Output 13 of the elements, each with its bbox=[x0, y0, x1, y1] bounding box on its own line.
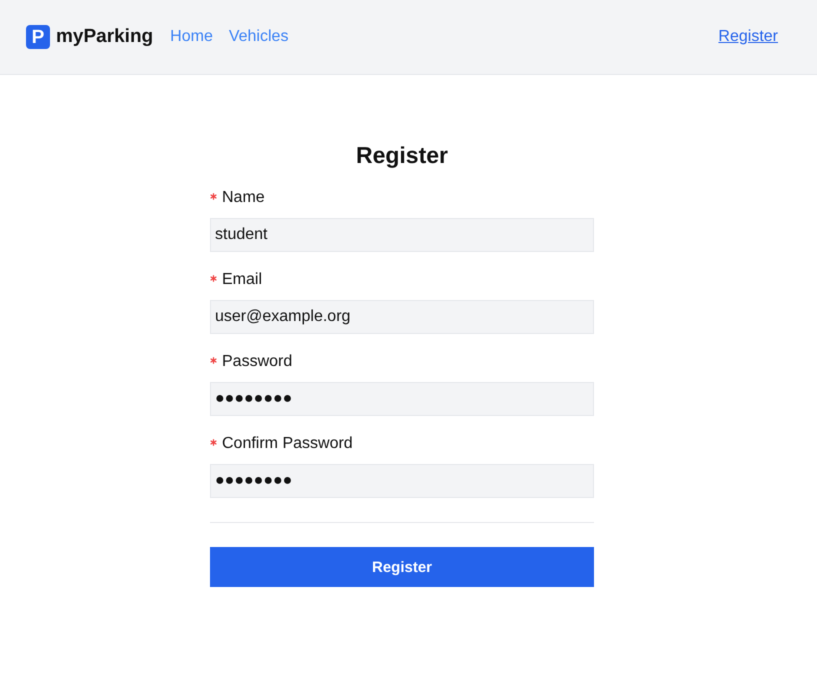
form-title: Register bbox=[354, 141, 450, 170]
logo-mark: P bbox=[26, 25, 50, 49]
input-field[interactable]: user@example.org bbox=[210, 300, 594, 334]
field-label: Password bbox=[222, 352, 292, 372]
field-label: Name bbox=[222, 188, 265, 208]
input-field[interactable]: ●●●●●●●● bbox=[210, 382, 594, 416]
register-button[interactable]: Register bbox=[210, 547, 594, 587]
field-label: Email bbox=[222, 270, 262, 290]
register-link[interactable]: Register bbox=[718, 28, 778, 46]
field-label: Confirm Password bbox=[222, 434, 353, 454]
input-field[interactable]: ●●●●●●●● bbox=[210, 464, 594, 498]
input-field[interactable]: student bbox=[210, 218, 594, 252]
brand-name: myParking bbox=[56, 26, 154, 48]
